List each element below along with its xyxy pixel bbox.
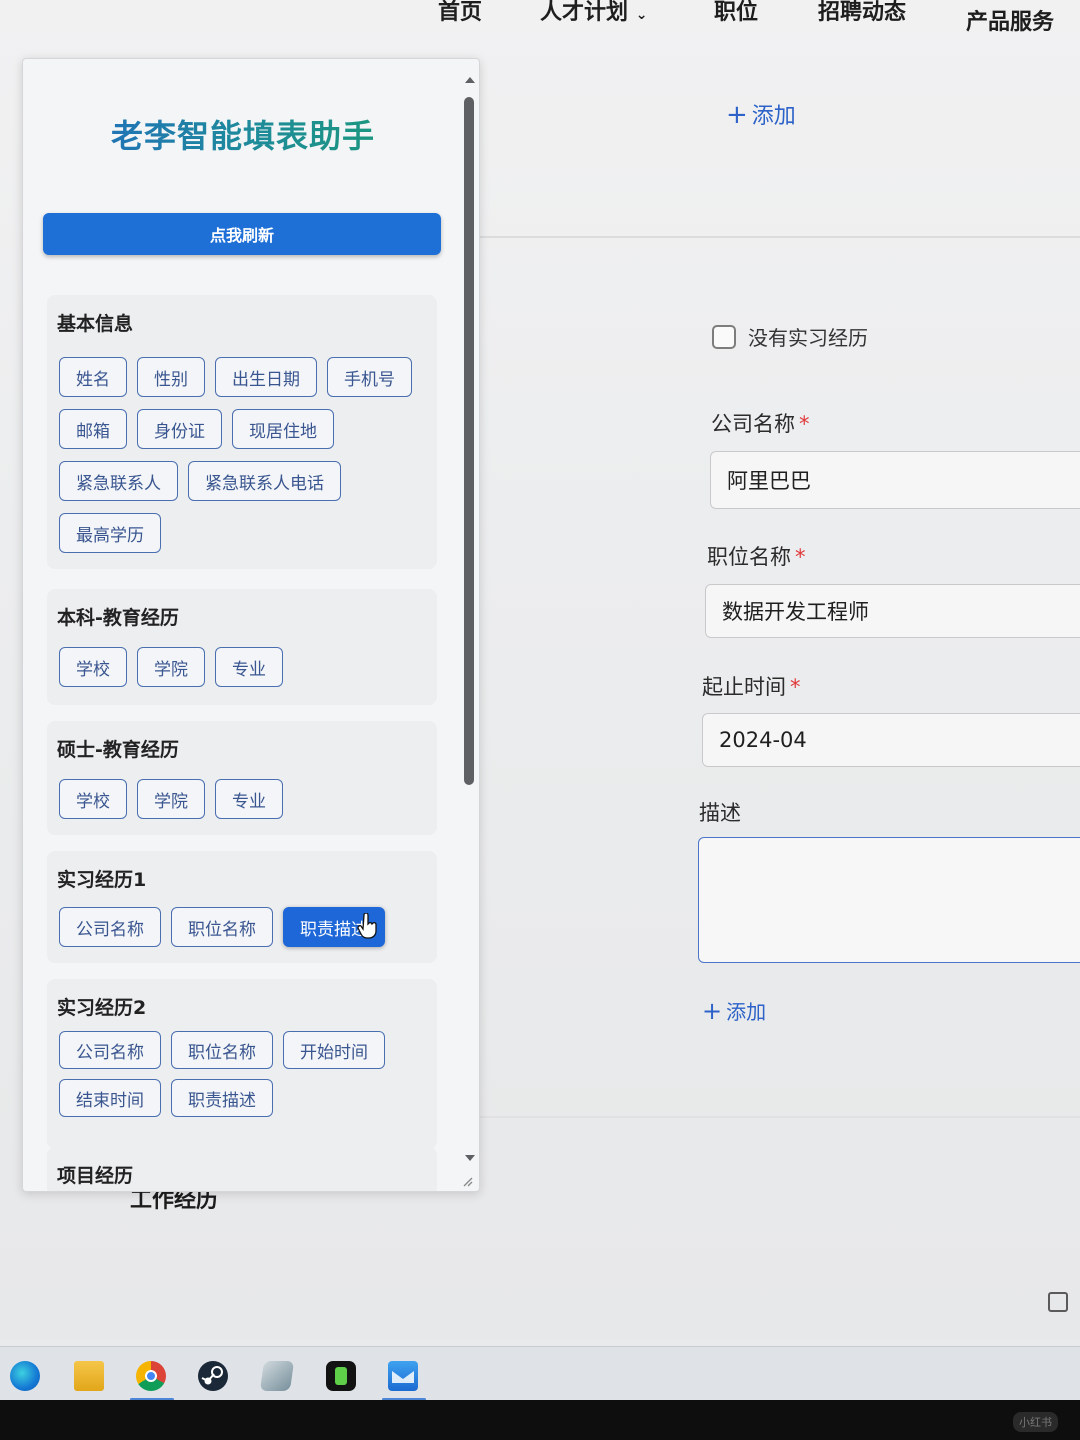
chip-major[interactable]: 专业	[215, 647, 283, 687]
description-textarea[interactable]	[698, 837, 1080, 963]
divider	[480, 1116, 1080, 1118]
plus-icon: +	[726, 100, 748, 130]
section-title: 实习经历1	[57, 869, 147, 891]
chip-position-name[interactable]: 职位名称	[171, 907, 273, 947]
chip-emergency-phone[interactable]: 紧急联系人电话	[188, 461, 341, 501]
chip-group: 学校 学院 专业	[59, 779, 429, 819]
position-label: 职位名称 *	[707, 545, 806, 569]
chip-highest-degree[interactable]: 最高学历	[59, 513, 161, 553]
game-icon[interactable]	[326, 1361, 356, 1391]
nav-home[interactable]: 首页	[438, 0, 482, 26]
section-internship-1: 实习经历1 公司名称 职位名称 职责描述	[47, 851, 437, 963]
chip-company-name[interactable]: 公司名称	[59, 907, 161, 947]
chip-birthdate[interactable]: 出生日期	[215, 357, 317, 397]
chip-gender[interactable]: 性别	[137, 357, 205, 397]
scrollbar-thumb[interactable]	[464, 97, 474, 785]
plus-icon: +	[702, 997, 723, 1025]
chip-company-name[interactable]: 公司名称	[59, 1031, 161, 1069]
chrome-icon[interactable]	[136, 1361, 166, 1391]
chevron-down-icon: ⌄	[635, 7, 648, 23]
steam-icon[interactable]	[198, 1361, 228, 1391]
nav-products[interactable]: 产品服务	[966, 4, 1054, 36]
chip-position-name[interactable]: 职位名称	[171, 1031, 273, 1069]
chip-group: 姓名 性别 出生日期 手机号 邮箱 身份证 现居住地 紧急联系人 紧急联系人电话…	[59, 357, 429, 553]
nav-news[interactable]: 招聘动态	[818, 0, 906, 26]
panel-title: 老李智能填表助手	[23, 111, 463, 157]
taskbar	[0, 1346, 1080, 1401]
chip-emergency-contact[interactable]: 紧急联系人	[59, 461, 178, 501]
no-internship-checkbox[interactable]	[712, 324, 736, 349]
chip-college[interactable]: 学院	[137, 647, 205, 687]
app-icon[interactable]	[259, 1361, 295, 1391]
chip-group: 公司名称 职位名称 开始时间 结束时间 职责描述	[59, 1031, 429, 1117]
section-internship-2: 实习经历2 公司名称 职位名称 开始时间 结束时间 职责描述	[47, 979, 437, 1149]
chip-college[interactable]: 学院	[137, 779, 205, 819]
chip-email[interactable]: 邮箱	[59, 409, 127, 449]
chip-duty-description[interactable]: 职责描述	[171, 1079, 273, 1117]
section-bachelor-education: 本科-教育经历 学校 学院 专业	[47, 589, 437, 705]
checkbox[interactable]	[1048, 1292, 1068, 1312]
section-title: 基本信息	[57, 313, 134, 335]
section-title: 本科-教育经历	[57, 607, 179, 629]
no-internship-option[interactable]: 没有实习经历	[712, 322, 868, 351]
chip-id-card[interactable]: 身份证	[137, 409, 222, 449]
period-value: 2024-04	[719, 728, 807, 752]
refresh-button[interactable]: 点我刷新	[43, 213, 441, 255]
position-input[interactable]: 数据开发工程师	[705, 584, 1080, 638]
chip-phone[interactable]: 手机号	[327, 357, 412, 397]
add-label: 添加	[751, 104, 796, 129]
top-navigation: 首页 人才计划 ⌄ 职位 招聘动态 产品服务	[430, 0, 1080, 36]
chip-end-time[interactable]: 结束时间	[59, 1079, 161, 1117]
company-label: 公司名称 *	[711, 412, 810, 436]
company-input[interactable]: 阿里巴巴	[710, 451, 1080, 509]
chip-major[interactable]: 专业	[215, 779, 283, 819]
scroll-down-arrow-icon[interactable]	[463, 1153, 477, 1163]
section-title: 实习经历2	[57, 997, 147, 1019]
section-basic-info: 基本信息 姓名 性别 出生日期 手机号 邮箱 身份证 现居住地 紧急联系人 紧急…	[47, 295, 437, 569]
monitor-bezel	[0, 1400, 1080, 1440]
period-input[interactable]: 2024-04	[702, 713, 1080, 767]
chip-school[interactable]: 学校	[59, 647, 127, 687]
section-project-experience: 项目经历	[47, 1147, 437, 1191]
description-label: 描述	[699, 801, 741, 825]
add-button-top[interactable]: + 添加	[726, 98, 796, 130]
add-label: 添加	[726, 1000, 767, 1024]
mail-icon[interactable]	[388, 1361, 418, 1391]
edge-icon[interactable]	[10, 1361, 40, 1391]
section-title: 硕士-教育经历	[57, 739, 179, 761]
form-helper-panel: 老李智能填表助手 点我刷新 基本信息 姓名 性别 出生日期 手机号 邮箱 身份证…	[22, 58, 480, 1192]
no-internship-label: 没有实习经历	[748, 326, 868, 350]
section-title: 项目经历	[57, 1165, 134, 1187]
section-master-education: 硕士-教育经历 学校 学院 专业	[47, 721, 437, 835]
add-button-bottom[interactable]: + 添加	[702, 996, 766, 1025]
chip-residence[interactable]: 现居住地	[232, 409, 334, 449]
hand-cursor-icon	[357, 913, 377, 939]
chip-name[interactable]: 姓名	[59, 357, 127, 397]
scroll-up-arrow-icon[interactable]	[463, 75, 477, 85]
divider	[480, 236, 1080, 238]
chip-school[interactable]: 学校	[59, 779, 127, 819]
chip-start-time[interactable]: 开始时间	[283, 1031, 385, 1069]
nav-talent-plan[interactable]: 人才计划 ⌄	[540, 0, 647, 26]
file-explorer-icon[interactable]	[74, 1361, 104, 1391]
resize-grip-icon[interactable]	[461, 1175, 473, 1187]
nav-talent-plan-label: 人才计划	[540, 0, 629, 25]
chip-group: 学校 学院 专业	[59, 647, 429, 687]
company-value: 阿里巴巴	[727, 469, 811, 493]
position-value: 数据开发工程师	[722, 600, 869, 624]
period-label: 起止时间 *	[702, 675, 801, 699]
nav-jobs[interactable]: 职位	[714, 0, 758, 26]
watermark: 小红书	[1013, 1412, 1058, 1432]
